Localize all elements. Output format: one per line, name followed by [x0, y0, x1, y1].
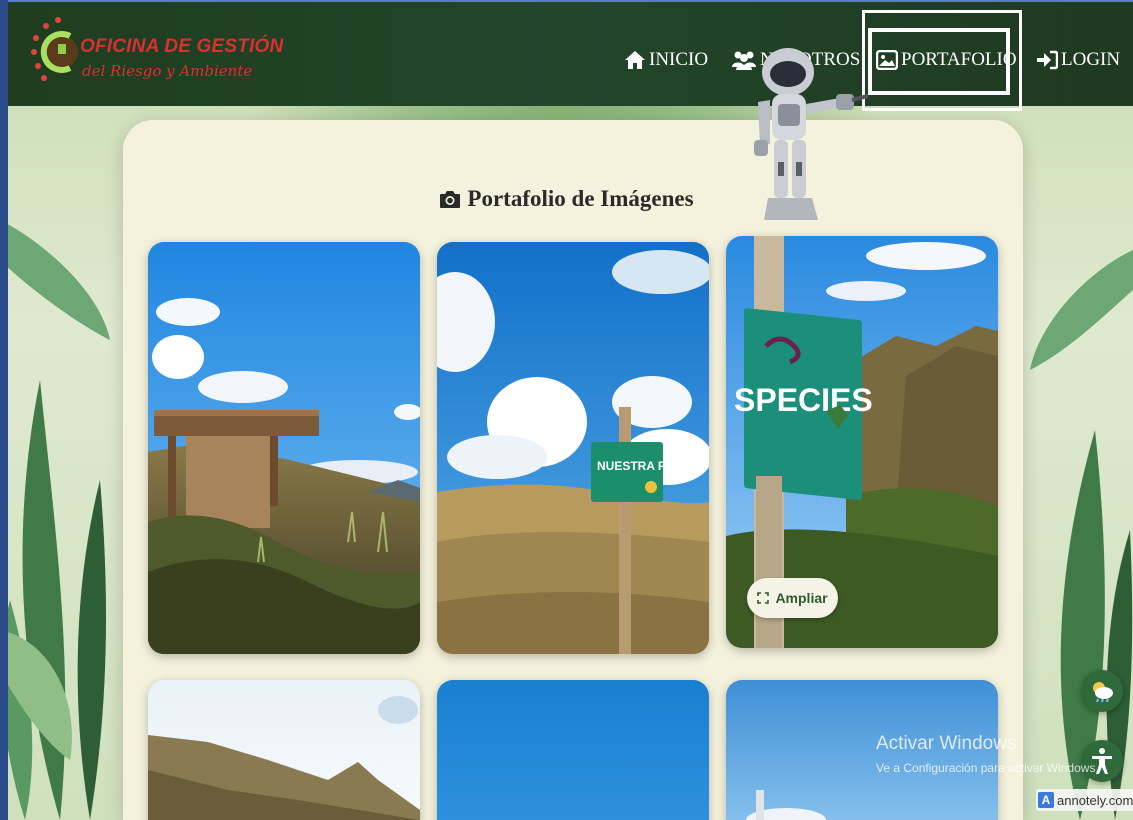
brand-logo[interactable]: OFICINA DE GESTIÓN del Riesgo y Ambiente: [30, 16, 283, 92]
nav-login-link[interactable]: LOGIN: [1036, 46, 1120, 74]
watermark-title: Activar Windows: [876, 733, 1017, 754]
window-frame-left: [0, 0, 8, 820]
gallery-photo-4[interactable]: [148, 680, 420, 820]
annotation-highlight-inner: [868, 28, 1010, 95]
page-title: Portafolio de Imágenes: [0, 186, 1133, 212]
ampliar-label: Ampliar: [775, 590, 828, 606]
photo-flora-sign-image: NUESTRA FLORA: [437, 242, 709, 654]
windows-activation-watermark: Activar Windows Ve a Configuración para …: [876, 733, 1099, 775]
decorative-leaves-right: [1030, 250, 1133, 820]
nav-inicio-link[interactable]: INICIO: [624, 46, 708, 74]
weather-button[interactable]: [1081, 670, 1123, 712]
decorative-leaves-left: [0, 220, 110, 820]
species-sign-text: SPECIES: [734, 382, 873, 418]
expand-icon: [757, 592, 770, 604]
logo-emblem-icon: [31, 17, 78, 81]
gallery-photo-5[interactable]: [437, 680, 709, 820]
photo-mountains-image: [148, 680, 420, 820]
sign-in-icon: [1037, 50, 1058, 70]
brand-name-line2: del Riesgo y Ambiente: [82, 62, 253, 80]
annotely-label: annotely.com: [1057, 792, 1133, 808]
weather-icon: [1093, 682, 1113, 703]
page-title-text: Portafolio de Imágenes: [467, 186, 694, 211]
watermark-subtitle: Ve a Configuración para activar Windows.: [876, 761, 1099, 775]
flora-sign-text: NUESTRA FLORA: [597, 459, 700, 473]
robot-mascot: [754, 48, 868, 220]
annotely-logo: A: [1038, 792, 1054, 808]
nav-inicio-label: INICIO: [649, 49, 709, 70]
photo-blue-sky-image: [437, 680, 709, 820]
home-icon: [625, 51, 645, 69]
photo-shelter-image: [148, 242, 420, 654]
brand-name-line1: OFICINA DE GESTIÓN: [80, 36, 284, 57]
gallery-photo-1[interactable]: [148, 242, 420, 654]
annotely-badge: A annotely.com: [1036, 789, 1133, 811]
gallery-photo-2[interactable]: NUESTRA FLORA: [437, 242, 709, 654]
camera-icon: [440, 191, 461, 208]
ampliar-button[interactable]: Ampliar: [747, 578, 838, 618]
nav-login-label: LOGIN: [1061, 49, 1121, 70]
